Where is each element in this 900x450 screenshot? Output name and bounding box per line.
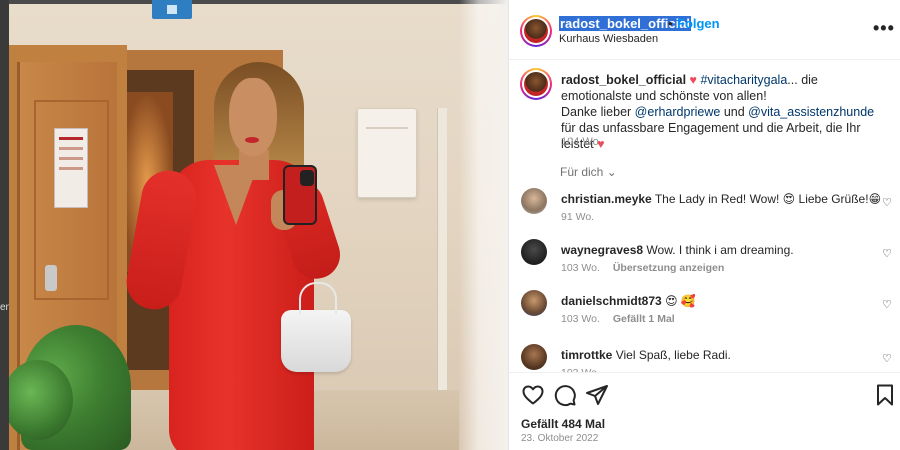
- commenter-avatar[interactable]: [521, 239, 547, 265]
- chevron-down-icon: ⌄: [606, 165, 617, 179]
- hashtag-link[interactable]: #vitacharitygala: [700, 73, 787, 87]
- commenter-avatar[interactable]: [521, 344, 547, 370]
- post-action-bar: Gefällt 484 Mal 23. Oktober 2022: [509, 372, 900, 450]
- comment-item: christian.meyke The Lady in Red! Wow! 😍 …: [509, 188, 900, 240]
- exit-sign: [152, 0, 192, 19]
- author-avatar[interactable]: [520, 15, 552, 47]
- caption-timestamp[interactable]: 104 Wo.: [561, 136, 602, 148]
- mention-vita-assistenzhunde[interactable]: @vita_assistenzhunde: [748, 105, 874, 119]
- door-handle: [45, 265, 57, 291]
- likes-count[interactable]: Gefällt 484 Mal: [521, 417, 605, 431]
- heart-outline-icon[interactable]: ♡: [882, 352, 892, 365]
- comment-username[interactable]: christian.meyke: [561, 192, 652, 206]
- commenter-avatar[interactable]: [521, 290, 547, 316]
- heart-outline-icon[interactable]: [521, 383, 545, 407]
- mirror-edge-glare: [459, 0, 508, 450]
- comment-meta: 103 Wo. Übersetzung anzeigen: [561, 262, 734, 274]
- heart-outline-icon[interactable]: ♡: [882, 247, 892, 260]
- caption-username[interactable]: radost_bokel_official: [561, 73, 686, 87]
- photo-top-bar: [9, 0, 508, 4]
- comment-sort-dropdown[interactable]: Für dich ⌄: [560, 165, 617, 179]
- potted-plant: [9, 325, 131, 450]
- comment-age[interactable]: 91 Wo.: [561, 211, 594, 223]
- comment-text: Wow. I think i am dreaming.: [646, 243, 794, 257]
- comment-body: danielschmidt873 😍 🥰: [561, 294, 871, 308]
- commenter-avatar[interactable]: [521, 188, 547, 214]
- translate-link[interactable]: Übersetzung anzeigen: [613, 262, 724, 274]
- comment-likes-count[interactable]: Gefällt 1 Mal: [613, 313, 675, 325]
- sort-label: Für dich: [560, 165, 604, 179]
- comment-username[interactable]: timrottke: [561, 348, 612, 362]
- comment-bubble-icon[interactable]: [553, 383, 577, 407]
- phone-camera: [300, 170, 314, 186]
- comment-age[interactable]: 103 Wo.: [561, 262, 600, 274]
- mention-erhardpriewe[interactable]: @erhardpriewe: [635, 105, 721, 119]
- comment-body: christian.meyke The Lady in Red! Wow! 😍 …: [561, 192, 881, 206]
- bookmark-icon[interactable]: [873, 383, 897, 407]
- header-separator: •: [668, 16, 673, 31]
- post-date: 23. Oktober 2022: [521, 433, 599, 444]
- post-side-panel: radost_bokel_official • Folgen Kurhaus W…: [508, 0, 900, 450]
- comment-text: Viel Spaß, liebe Radi.: [615, 348, 731, 362]
- woman-lips: [245, 137, 259, 143]
- follow-button[interactable]: Folgen: [677, 16, 720, 31]
- paper-plane-icon[interactable]: [585, 383, 609, 407]
- comment-meta: 91 Wo.: [561, 211, 604, 223]
- white-handbag: [281, 282, 351, 372]
- comment-body: timrottke Viel Spaß, liebe Radi.: [561, 348, 871, 362]
- heart-outline-icon[interactable]: ♡: [882, 196, 892, 209]
- left-edge-strip: en: [0, 0, 9, 450]
- comment-body: waynegraves8 Wow. I think i am dreaming.: [561, 243, 871, 257]
- comment-item: waynegraves8 Wow. I think i am dreaming.…: [509, 239, 900, 291]
- woman-face: [229, 78, 277, 156]
- post-photo[interactable]: [9, 0, 508, 450]
- wall-dispenser: [357, 108, 417, 198]
- edge-text: en: [0, 302, 9, 313]
- comment-text: The Lady in Red! Wow! 😍 Liebe Grüße!😁: [654, 192, 882, 206]
- comment-username[interactable]: waynegraves8: [561, 243, 643, 257]
- comment-meta: 103 Wo. Gefällt 1 Mal: [561, 313, 685, 325]
- post-caption: radost_bokel_official ♥ #vitacharitygala…: [561, 72, 886, 152]
- heart-outline-icon[interactable]: ♡: [882, 298, 892, 311]
- door-notice: [54, 128, 88, 208]
- caption-avatar[interactable]: [520, 68, 552, 100]
- caption-text-2: Danke lieber: [561, 105, 632, 119]
- more-options-icon[interactable]: •••: [873, 18, 895, 39]
- caption-text-4: für das unfassbare Engagement und die Ar…: [561, 121, 861, 151]
- caption-text-3: und: [723, 105, 745, 119]
- location-link[interactable]: Kurhaus Wiesbaden: [559, 33, 658, 45]
- heart-emoji-icon: ♥: [689, 73, 697, 87]
- comment-item: danielschmidt873 😍 🥰 103 Wo. Gefällt 1 M…: [509, 290, 900, 342]
- comment-username[interactable]: danielschmidt873: [561, 294, 662, 308]
- post-header: radost_bokel_official • Folgen Kurhaus W…: [509, 0, 900, 60]
- comment-text: 😍 🥰: [665, 294, 696, 308]
- comment-age[interactable]: 103 Wo.: [561, 313, 600, 325]
